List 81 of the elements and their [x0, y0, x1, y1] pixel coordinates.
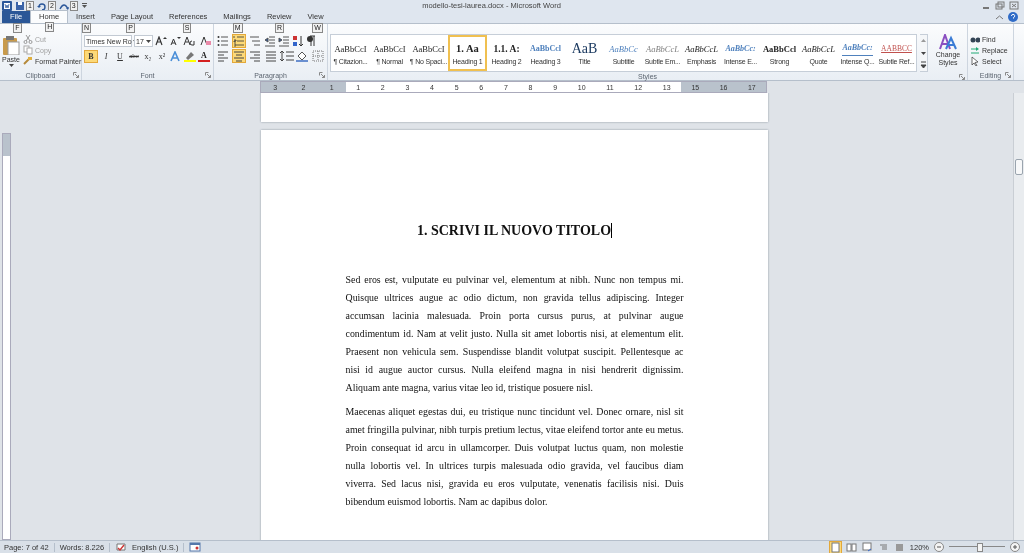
decrease-indent-icon[interactable] [264, 35, 276, 47]
dialog-launcher-icon[interactable] [959, 74, 965, 80]
outline-icon[interactable] [877, 541, 889, 553]
styles-icon [939, 34, 957, 50]
style-preview: AaB [571, 41, 598, 56]
style-preview: AaBbCc: [725, 42, 756, 55]
macro-icon[interactable] [189, 542, 202, 552]
style-preview: AaBbCcl [529, 42, 562, 55]
more-icon[interactable] [920, 59, 927, 71]
multilevel-list-button[interactable] [248, 34, 262, 48]
change-case-icon[interactable] [183, 36, 197, 46]
dropdown-arrow-icon [146, 39, 151, 43]
style-preview: AaBbCc: [842, 41, 873, 56]
highlighter-icon[interactable] [184, 50, 196, 62]
increase-indent-icon[interactable] [278, 35, 290, 47]
style-preview: AaBbCcl [762, 42, 797, 56]
style-preview: AaBbCcL [801, 42, 836, 56]
style-preview: AaBbCcI [412, 42, 445, 56]
pilcrow-icon[interactable] [306, 35, 316, 47]
dropdown-arrow-icon [8, 64, 14, 67]
font-color-button[interactable]: A [198, 50, 210, 62]
restore-icon[interactable] [995, 1, 1005, 10]
italic-button[interactable]: I [100, 50, 112, 62]
clear-formatting-icon[interactable] [199, 36, 211, 46]
style-preview: 1. Aa [456, 41, 479, 56]
bullets-icon [217, 35, 229, 47]
save-icon[interactable] [15, 0, 25, 11]
line-spacing-icon[interactable] [280, 50, 294, 62]
scrollbar[interactable] [1013, 93, 1024, 540]
scissors-icon [23, 34, 33, 44]
sort-icon[interactable] [292, 35, 304, 47]
style-preview: AaBbCcL [684, 42, 719, 56]
style-preview: AaBbCc [609, 42, 638, 56]
paintbrush-icon [23, 56, 33, 66]
shrink-font-icon[interactable] [169, 36, 181, 46]
close-icon[interactable] [1009, 1, 1019, 10]
clipboard-icon [2, 35, 20, 55]
style-preview: 1.1. A: [493, 42, 520, 56]
grow-font-icon[interactable] [155, 36, 167, 46]
text-cursor [611, 223, 613, 238]
multilevel-list-icon [249, 35, 261, 47]
align-right-icon [249, 50, 261, 62]
copy-icon [23, 45, 33, 55]
dialog-launcher-icon[interactable] [1005, 72, 1011, 78]
underline-button[interactable]: U [114, 50, 126, 62]
shading-icon[interactable] [296, 50, 310, 62]
style-preview: AaBbCcI [373, 42, 406, 56]
zoom-out-icon[interactable] [934, 542, 944, 552]
superscript-button[interactable]: x² [156, 50, 168, 62]
body-paragraph: Sed eros est, vulputate eu pulvinar vel, elementum at nibh. Nunc non tempus mi. Quisque ultrices augue ac odio dictum, non gravida tellus adipiscing. Integer accumsan lacinia malesuada. Proin porta cursus purus, at pulvinar augue condimentum id. Nam at velit justo. Nulla sit amet lobortis nisi, at elementum elit. Praesent non vehicula sem. Suspendisse blandit volutpat suscipit. Pellentesque ac nisi id augue auctor cursus. Nulla eleifend magna in nisi hendrerit dignissim. Aliquam ante magna, varius vitae leo id, tristique posuere nisl. [345, 273, 684, 395]
body-paragraph: Maecenas aliquet egestas dui, eu tristique nunc tincidunt vel. Donec ornare, nisl sit amet fringilla pulvinar, nibh turpis pretium lectus, vitae eleifend tortor ante eu metus. Proin consequat id arcu in ullamcorper. Duis volutpat luctus quam, non molestie nulla lobortis vel. In ultrices turpis malesuada odio gravida, vel faucibus diam viverra. Sed lacus nisi, gravida eu eros vulputate, venenatis facilisis nisi. Duis bibendum euismod lobortis. Nam ac dapibus dolor. [345, 405, 684, 509]
help-icon[interactable] [1008, 12, 1018, 22]
numbering-button[interactable] [232, 34, 246, 48]
style-preview: AaBbCcI [334, 42, 367, 56]
style-preview: AaBbCcL [645, 42, 680, 56]
dialog-launcher-icon[interactable] [73, 72, 79, 78]
word-logo-icon[interactable] [2, 0, 12, 11]
zoom-in-icon[interactable] [1010, 542, 1020, 552]
scroll-thumb[interactable] [1015, 159, 1023, 175]
document-heading: 1. SCRIVI IL NUOVO TITOLO [415, 223, 614, 239]
draft-icon[interactable] [893, 541, 905, 553]
web-layout-icon[interactable] [861, 541, 873, 553]
undo-icon[interactable] [36, 0, 47, 11]
dialog-launcher-icon[interactable] [205, 72, 211, 78]
subscript-button[interactable]: x₂ [142, 50, 154, 62]
justify-icon [265, 50, 277, 62]
dropdown-arrow-icon[interactable] [80, 1, 88, 10]
ribbon-collapse-icon[interactable] [995, 12, 1004, 22]
slider-thumb[interactable] [976, 543, 983, 552]
proofing-icon[interactable] [115, 542, 128, 552]
replace-icon [970, 45, 980, 55]
align-left-icon [217, 50, 229, 62]
numbering-icon [233, 35, 245, 47]
cursor-icon [970, 56, 980, 66]
bullets-button[interactable] [216, 34, 230, 48]
align-center-icon [233, 50, 245, 62]
text-effects-icon[interactable] [170, 50, 182, 62]
dialog-launcher-icon[interactable] [319, 72, 325, 78]
reading-layout-icon[interactable] [845, 541, 857, 553]
bold-button[interactable]: B [84, 49, 98, 63]
print-layout-icon[interactable] [829, 541, 841, 553]
